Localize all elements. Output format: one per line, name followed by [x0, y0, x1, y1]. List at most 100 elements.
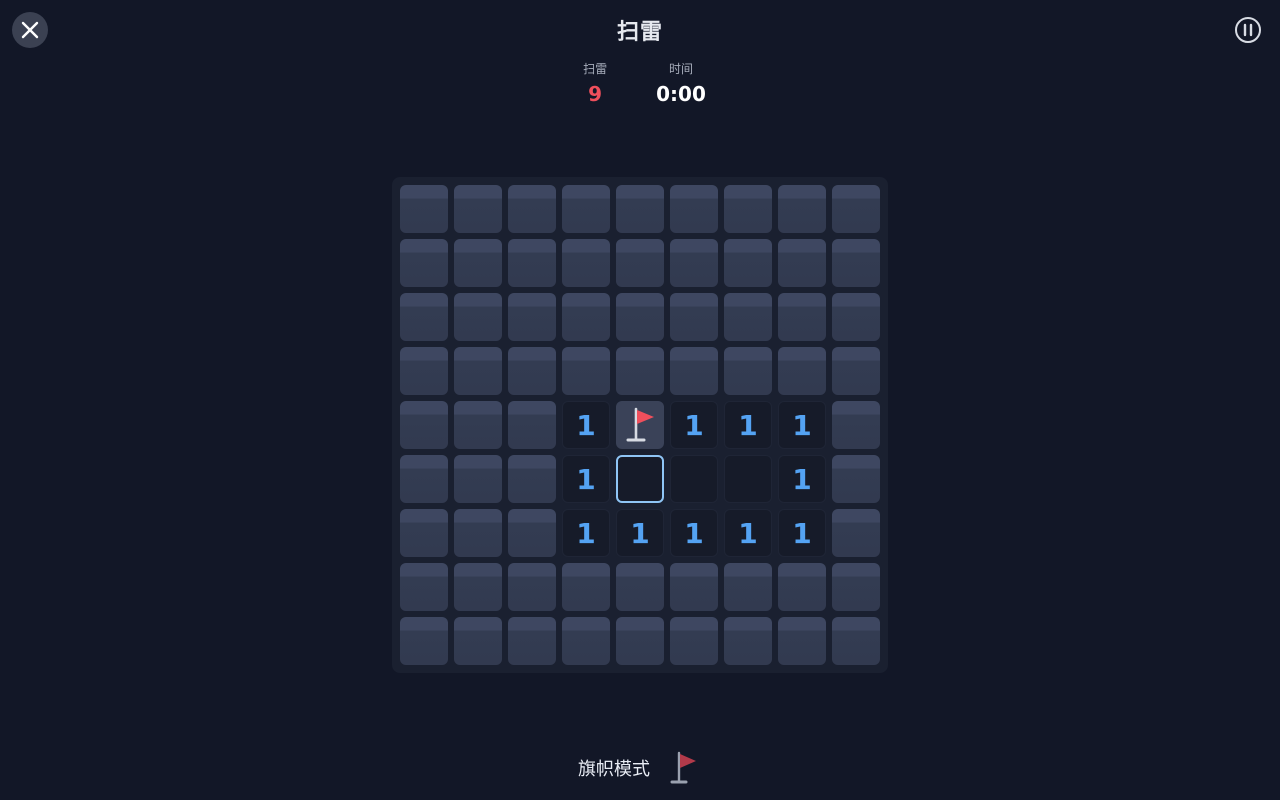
cell-hidden[interactable]	[832, 563, 880, 611]
cell-hidden[interactable]	[670, 293, 718, 341]
cell-hidden[interactable]	[832, 455, 880, 503]
cell-hidden[interactable]	[400, 347, 448, 395]
cell-hidden[interactable]	[400, 455, 448, 503]
cell-revealed-empty[interactable]	[724, 455, 772, 503]
cell-hidden[interactable]	[778, 293, 826, 341]
cell-hidden[interactable]	[724, 239, 772, 287]
cell-number: 1	[792, 408, 812, 442]
cell-hidden[interactable]	[562, 239, 610, 287]
cell-hidden[interactable]	[454, 239, 502, 287]
cell-hidden[interactable]	[508, 509, 556, 557]
cell-hidden[interactable]	[670, 563, 718, 611]
cell-revealed-empty[interactable]	[670, 455, 718, 503]
cell-revealed-number[interactable]: 1	[778, 401, 826, 449]
cell-hidden[interactable]	[508, 401, 556, 449]
stats-bar: 扫雷 9 时间 0:00	[0, 60, 1280, 105]
cell-hidden[interactable]	[724, 185, 772, 233]
cell-number: 1	[792, 462, 812, 496]
cell-hidden[interactable]	[400, 563, 448, 611]
cell-number: 1	[630, 516, 650, 550]
cell-hidden[interactable]	[400, 185, 448, 233]
cell-hidden[interactable]	[454, 617, 502, 665]
cell-hidden[interactable]	[778, 185, 826, 233]
cell-number: 1	[576, 462, 596, 496]
cell-revealed-number[interactable]: 1	[670, 401, 718, 449]
cell-hidden[interactable]	[562, 293, 610, 341]
cell-hidden[interactable]	[508, 239, 556, 287]
cell-hidden[interactable]	[670, 347, 718, 395]
cell-number: 1	[792, 516, 812, 550]
cell-revealed-number[interactable]: 1	[778, 509, 826, 557]
cell-hidden[interactable]	[400, 617, 448, 665]
cell-revealed-number[interactable]: 1	[670, 509, 718, 557]
cell-hidden[interactable]	[724, 563, 772, 611]
time-stat: 时间 0:00	[656, 60, 706, 105]
cell-hidden[interactable]	[508, 617, 556, 665]
cell-hidden[interactable]	[724, 293, 772, 341]
cell-hidden[interactable]	[832, 401, 880, 449]
cell-hidden[interactable]	[832, 347, 880, 395]
cell-hidden[interactable]	[508, 563, 556, 611]
pause-icon	[1235, 17, 1261, 43]
cell-hidden[interactable]	[508, 455, 556, 503]
cell-number: 1	[684, 516, 704, 550]
flag-icon	[670, 751, 696, 784]
cell-hidden[interactable]	[454, 401, 502, 449]
cell-revealed-number[interactable]: 1	[778, 455, 826, 503]
cell-hidden[interactable]	[454, 455, 502, 503]
cell-hidden[interactable]	[508, 347, 556, 395]
flag-mode-toggle[interactable]	[666, 750, 702, 786]
cell-hidden[interactable]	[400, 509, 448, 557]
cell-hidden[interactable]	[778, 239, 826, 287]
cell-hidden[interactable]	[670, 185, 718, 233]
cell-hidden[interactable]	[832, 185, 880, 233]
cell-hidden[interactable]	[454, 509, 502, 557]
cell-selected[interactable]	[616, 455, 664, 503]
cell-revealed-number[interactable]: 1	[724, 509, 772, 557]
cell-hidden[interactable]	[454, 185, 502, 233]
cell-hidden[interactable]	[508, 185, 556, 233]
cell-hidden[interactable]	[400, 293, 448, 341]
cell-hidden[interactable]	[616, 347, 664, 395]
cell-hidden[interactable]	[724, 347, 772, 395]
cell-hidden[interactable]	[454, 293, 502, 341]
cell-revealed-number[interactable]: 1	[562, 401, 610, 449]
cell-hidden[interactable]	[832, 239, 880, 287]
cell-revealed-number[interactable]: 1	[562, 455, 610, 503]
cell-hidden[interactable]	[778, 347, 826, 395]
time-label: 时间	[668, 62, 693, 76]
cell-hidden[interactable]	[778, 563, 826, 611]
cell-hidden[interactable]	[616, 293, 664, 341]
cell-revealed-number[interactable]: 1	[562, 509, 610, 557]
cell-hidden[interactable]	[832, 293, 880, 341]
cell-flagged[interactable]	[616, 401, 664, 449]
minesweeper-app: 扫雷 扫雷 9 时间 0:00 11111111111 旗帜模式	[0, 0, 1280, 800]
cell-revealed-number[interactable]: 1	[616, 509, 664, 557]
cell-hidden[interactable]	[562, 347, 610, 395]
cell-hidden[interactable]	[562, 617, 610, 665]
cell-hidden[interactable]	[616, 563, 664, 611]
cell-hidden[interactable]	[616, 239, 664, 287]
cell-number: 1	[576, 516, 596, 550]
game-board: 11111111111	[392, 177, 888, 673]
cell-revealed-number[interactable]: 1	[724, 401, 772, 449]
cell-hidden[interactable]	[562, 185, 610, 233]
cell-hidden[interactable]	[670, 239, 718, 287]
cell-hidden[interactable]	[508, 293, 556, 341]
cell-hidden[interactable]	[400, 401, 448, 449]
cell-hidden[interactable]	[670, 617, 718, 665]
cell-hidden[interactable]	[454, 347, 502, 395]
cell-hidden[interactable]	[454, 563, 502, 611]
pause-button[interactable]	[1232, 14, 1264, 46]
cell-number: 1	[738, 516, 758, 550]
flag-mode-bar: 旗帜模式	[0, 750, 1280, 786]
cell-hidden[interactable]	[778, 617, 826, 665]
cell-hidden[interactable]	[562, 563, 610, 611]
cell-hidden[interactable]	[616, 617, 664, 665]
cell-hidden[interactable]	[832, 509, 880, 557]
cell-hidden[interactable]	[724, 617, 772, 665]
cell-hidden[interactable]	[832, 617, 880, 665]
cell-hidden[interactable]	[400, 239, 448, 287]
cell-hidden[interactable]	[616, 185, 664, 233]
time-counter: 0:00	[656, 82, 706, 106]
